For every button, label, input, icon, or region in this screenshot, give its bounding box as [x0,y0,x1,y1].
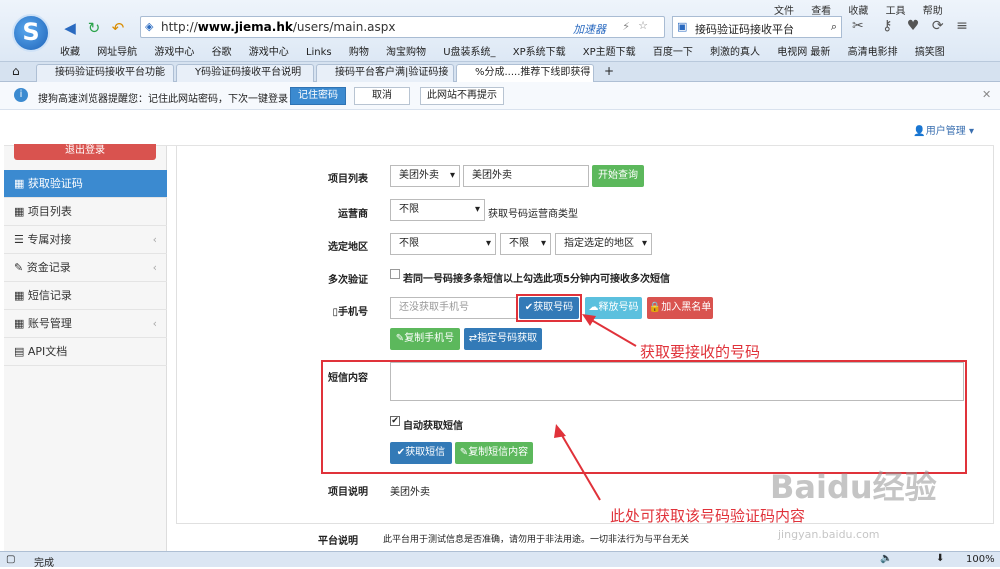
download-icon[interactable]: ⬇ [936,553,944,564]
status-bar: ▢ 完成 🔈 ⬇ 100% [0,551,1000,569]
zoom-level[interactable]: 100% [966,554,995,565]
arrow-1 [582,314,637,347]
sound-icon[interactable]: 🔈 [880,553,892,564]
baidu-watermark-logo: Baidu经验 [770,468,937,506]
baidu-watermark-url: jingyan.baidu.com [778,528,880,541]
annotation-get-sms: 此处可获取该号码验证码内容 [610,507,806,525]
arrow-2 [554,424,601,501]
annotation-get-number: 获取要接收的号码 [640,343,761,361]
page-icon: ▢ [6,554,16,565]
